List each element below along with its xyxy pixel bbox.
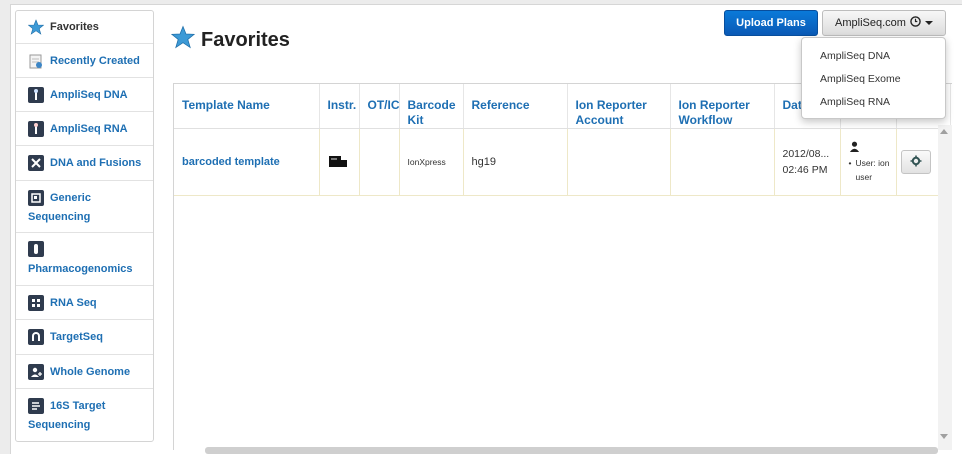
row-actions-button[interactable]: [900, 150, 931, 174]
column-header-reference[interactable]: Reference: [463, 84, 568, 129]
barcode-kit-cell: IonXpress: [399, 128, 464, 196]
column-header-ir-workflow[interactable]: Ion Reporter Workflow: [670, 84, 775, 129]
sidebar-item-whole-genome[interactable]: Whole Genome: [16, 355, 153, 389]
scroll-down-arrow-icon[interactable]: [940, 434, 948, 439]
instrument-cell: [319, 128, 360, 196]
bullet-icon: •: [848, 157, 852, 168]
sidebar-item-label: Favorites: [50, 21, 99, 33]
targetseq-icon: [28, 329, 44, 345]
star-icon: [170, 25, 196, 55]
sidebar-item-16s-target-sequencing[interactable]: 16S Target Sequencing: [16, 389, 153, 441]
date-cell: 2012/08... 02:46 PM: [774, 128, 841, 196]
pgm-instrument-icon: [328, 155, 348, 172]
sidebar-item-label: Recently Created: [50, 54, 140, 67]
dropdown-item-ampliseq-dna[interactable]: AmpliSeq DNA: [802, 45, 945, 68]
vertical-scrollbar[interactable]: [938, 125, 952, 450]
sidebar-item-label: DNA and Fusions: [50, 157, 142, 169]
table-row: barcoded template IonXpress hg19 2012/08…: [174, 128, 951, 196]
ampliseq-dropdown-label: AmpliSeq.com: [835, 17, 906, 29]
sidebar-item-label: Pharmacogenomics: [28, 263, 133, 275]
sidebar-item-rna-seq[interactable]: RNA Seq: [16, 286, 153, 320]
sidebar-item-recently-created[interactable]: Recently Created: [16, 44, 153, 78]
star-icon: [28, 19, 44, 35]
ampliseq-rna-icon: [28, 120, 44, 137]
user-icon: [849, 141, 892, 156]
sidebar-item-pharmacogenomics[interactable]: Pharmacogenomics: [16, 233, 153, 286]
sidebar-item-generic-sequencing[interactable]: Generic Sequencing: [16, 181, 153, 233]
column-header-barcode-kit[interactable]: Barcode Kit: [399, 84, 464, 129]
page-title: Favorites: [170, 25, 290, 55]
sidebar-item-label: TargetSeq: [50, 331, 103, 343]
upload-plans-button[interactable]: Upload Plans: [724, 10, 818, 36]
caret-down-icon: [924, 21, 933, 25]
scroll-up-arrow-icon[interactable]: [940, 129, 948, 134]
column-header-instrument[interactable]: Instr.: [319, 84, 360, 129]
sidebar: Favorites Recently Created AmpliSeq DNA …: [15, 10, 154, 442]
sidebar-item-ampliseq-rna[interactable]: AmpliSeq RNA: [16, 112, 153, 146]
sidebar-item-label: AmpliSeq DNA: [50, 88, 128, 101]
ir-workflow-cell: [670, 128, 775, 196]
sidebar-item-label: AmpliSeq RNA: [50, 122, 128, 135]
sidebar-item-targetseq[interactable]: TargetSeq: [16, 320, 153, 355]
date-line: 2012/08...: [782, 148, 830, 160]
horizontal-scrollbar[interactable]: [205, 447, 938, 454]
pharmacogenomics-icon: [28, 241, 44, 257]
ampliseq-dropdown-button[interactable]: AmpliSeq.com: [822, 10, 946, 36]
column-header-otic[interactable]: OT/IC: [359, 84, 400, 129]
ir-account-cell: [567, 128, 671, 196]
dropdown-item-ampliseq-rna[interactable]: AmpliSeq RNA: [802, 91, 945, 114]
sidebar-item-dna-fusions[interactable]: DNA and Fusions: [16, 146, 153, 181]
otic-cell: [359, 128, 400, 196]
reference-cell: hg19: [463, 128, 568, 196]
sidebar-item-label: Whole Genome: [50, 365, 131, 378]
favorites-table: Template Name Instr. OT/IC Barcode Kit R…: [173, 83, 952, 450]
rna-seq-icon: [28, 294, 44, 311]
sidebar-item-label: RNA Seq: [50, 296, 97, 309]
whole-genome-icon: [28, 363, 44, 380]
dropdown-item-ampliseq-exome[interactable]: AmpliSeq Exome: [802, 68, 945, 91]
column-header-template-name[interactable]: Template Name: [174, 84, 320, 129]
sidebar-item-ampliseq-dna[interactable]: AmpliSeq DNA: [16, 78, 153, 112]
gear-icon: [910, 155, 922, 170]
16s-target-icon: [28, 398, 44, 414]
owner-cell: • User: ion user: [840, 128, 897, 196]
calendar-icon: [28, 53, 44, 69]
template-name-link[interactable]: barcoded template: [174, 128, 320, 196]
column-header-ir-account[interactable]: Ion Reporter Account: [567, 84, 671, 129]
dna-fusions-icon: [28, 155, 44, 171]
sidebar-item-favorites[interactable]: Favorites: [16, 11, 153, 44]
owner-text: User: ion user: [855, 157, 890, 182]
page-title-text: Favorites: [201, 28, 290, 51]
clock-icon: [910, 16, 921, 30]
ampliseq-dna-icon: [28, 86, 44, 103]
time-line: 02:46 PM: [782, 164, 828, 176]
generic-sequencing-icon: [28, 190, 44, 206]
ampliseq-dropdown-menu: AmpliSeq DNA AmpliSeq Exome AmpliSeq RNA: [801, 37, 946, 119]
